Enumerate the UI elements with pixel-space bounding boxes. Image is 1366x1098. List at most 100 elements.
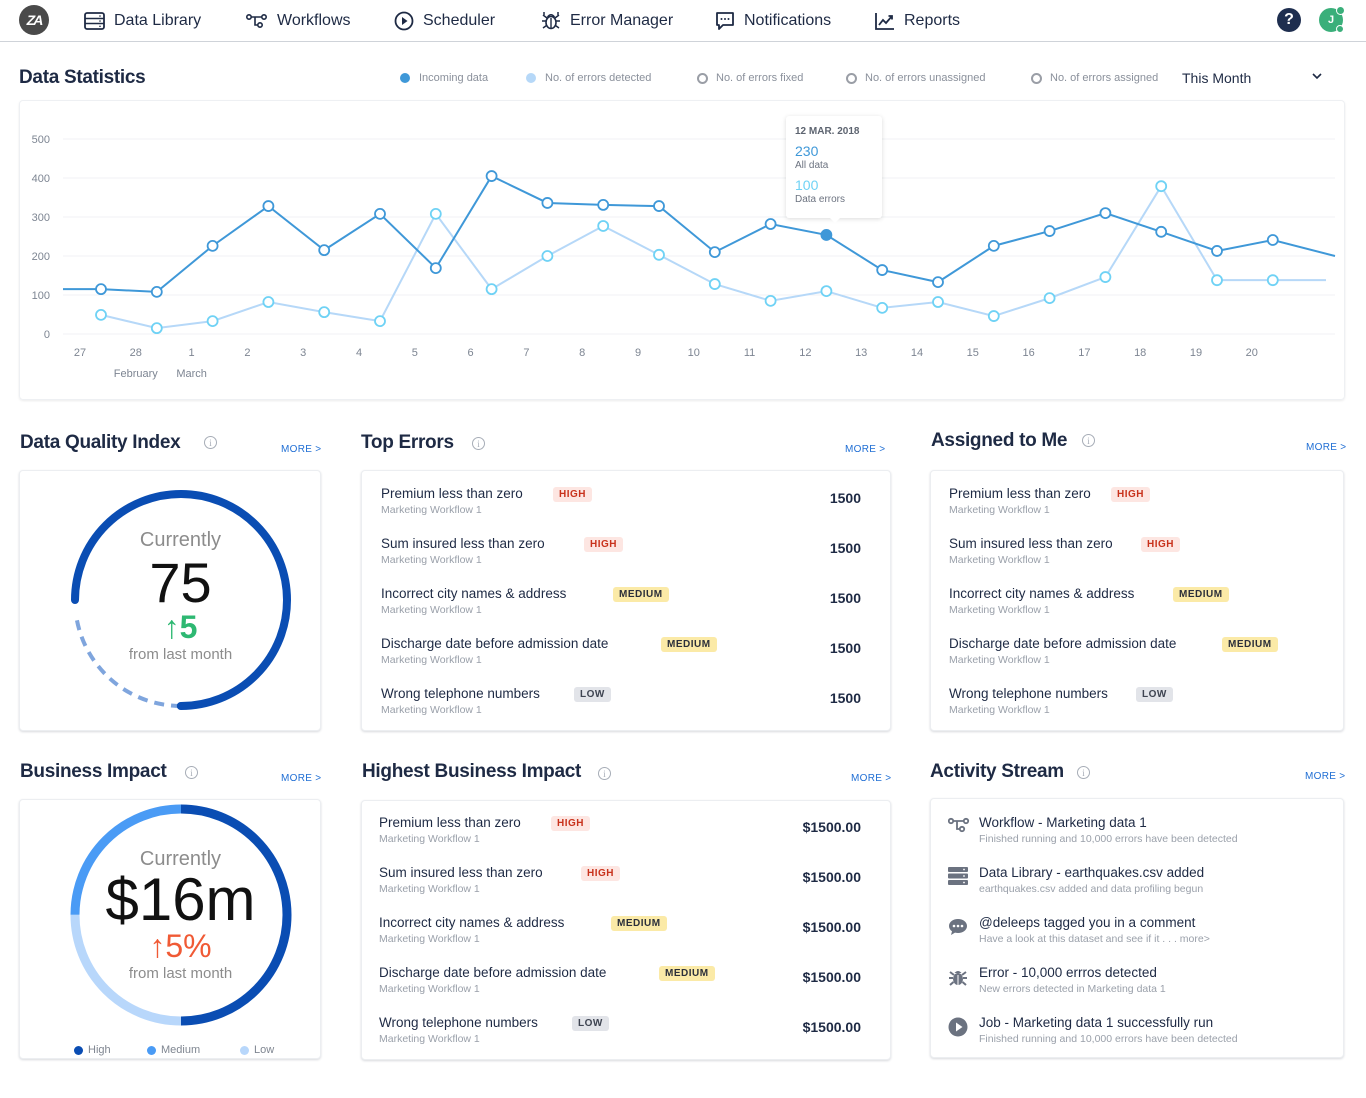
item-title: Sum insured less than zero [381,536,545,551]
list-item[interactable]: Sum insured less than zero Marketing Work… [362,536,890,586]
severity-badge: MEDIUM [611,916,667,931]
list-item[interactable]: Wrong telephone numbers Marketing Workflo… [362,1015,890,1065]
errors-detected-point [262,296,275,308]
activity-card: Workflow - Marketing data 1 Finished runn… [930,798,1344,1058]
list-item[interactable]: Discharge date before admission date Mark… [362,965,890,1015]
list-item[interactable]: Premium less than zero Marketing Workflow… [362,815,890,865]
x-tick-label: 5 [412,347,418,359]
data-statistics-chart: 010020030040050027 28 1 2 3 4 5 6 7 8 9 10 11 12 13 14 1… [32,134,1336,380]
severity-badge: MEDIUM [613,587,669,602]
list-item[interactable]: Premium less than zero Marketing Workflow… [362,486,890,536]
item-value: 1500 [829,640,861,656]
incoming-data-point [764,218,777,230]
list-item[interactable]: Premium less than zero Marketing Workflow… [931,486,1343,536]
assigned-more-link[interactable]: MORE > [1306,442,1346,453]
legend-dot-icon [147,1045,156,1055]
list-item[interactable]: Sum insured less than zero Marketing Work… [362,865,890,915]
play-circle-icon [948,1017,970,1039]
x-tick-label: 4 [356,347,362,359]
list-item[interactable]: Discharge date before admission date Mark… [931,636,1343,686]
list-item[interactable]: Incorrect city names & address Marketing … [931,586,1343,636]
x-tick-label: 19 [1190,347,1202,359]
x-tick-label: 16 [1022,347,1034,359]
incoming-data-point [206,239,219,252]
activity-item[interactable]: Error - 10,000 errros detected New errors… [931,965,1343,1015]
dqi-more-link[interactable]: MORE > [281,444,321,455]
x-tick-label: 15 [967,347,979,359]
highest-more-link[interactable]: MORE > [851,773,891,784]
activity-item[interactable]: Workflow - Marketing data 1 Finished runn… [931,815,1343,865]
list-item[interactable]: Discharge date before admission date Mark… [362,636,890,686]
x-tick-label: 20 [1246,347,1258,359]
x-tick-label: 18 [1134,347,1146,359]
item-value: 1500 [829,490,861,506]
item-title: Wrong telephone numbers [949,686,1108,701]
x-tick-label: 27 [74,347,86,359]
activity-more-link[interactable]: MORE > [1305,771,1345,782]
errors-detected-point [150,322,163,335]
item-subtitle: Marketing Workflow 1 [381,554,482,566]
severity-badge: HIGH [551,816,590,831]
incoming-data-point [987,239,1000,252]
dqi-title: Data Quality Index [20,432,181,453]
incoming-data-point [1099,207,1112,220]
severity-badge: HIGH [553,487,592,502]
list-item[interactable]: Incorrect city names & address Marketing … [362,586,890,636]
incoming-data-point [374,207,386,220]
incoming-data-point [597,199,610,211]
x-tick-label: 2 [244,347,250,359]
activity-item[interactable]: @deleeps tagged you in a comment Have a l… [931,915,1343,965]
errors-detected-point [374,315,386,328]
business-impact-card: Currently $16m ↑5% from last month High … [19,799,321,1059]
tooltip-all-data-label: All data [795,160,829,171]
dqi-from-label: from last month [128,646,233,663]
list-item[interactable]: Wrong telephone numbers Marketing Workflo… [931,686,1343,736]
info-icon[interactable]: i [204,436,217,449]
business-more-link[interactable]: MORE > [281,773,321,784]
dqi-value: 75 [149,551,212,614]
list-item[interactable]: Incorrect city names & address Marketing … [362,915,890,965]
activity-item[interactable]: Job - Marketing data 1 successfully run F… [931,1015,1343,1065]
info-icon[interactable]: i [472,437,485,450]
item-subtitle: Marketing Workflow 1 [381,704,482,716]
highest-impact-card: Premium less than zero Marketing Workflow… [361,800,891,1060]
incoming-data-point [318,244,331,257]
x-tick-label: 28 [130,347,142,359]
item-subtitle: Marketing Workflow 1 [381,604,482,616]
incoming-data-point [262,200,275,212]
item-value: $1500.00 [802,869,861,885]
activity-subtitle: Have a look at this dataset and see if i… [979,933,1210,945]
database-icon [948,867,970,889]
info-icon[interactable]: i [598,767,611,780]
x-tick-label: 11 [744,347,755,359]
tooltip-errors-value: 100 [795,177,819,193]
list-item[interactable]: Wrong telephone numbers Marketing Workflo… [362,686,890,736]
business-impact-title: Business Impact [20,761,167,782]
y-tick-label: 0 [44,329,50,341]
item-title: Incorrect city names & address [949,586,1135,601]
top-errors-more-link[interactable]: MORE > [845,444,885,455]
list-item[interactable]: Sum insured less than zero Marketing Work… [931,536,1343,586]
x-tick-label: 6 [468,347,474,359]
dqi-delta: ↑5 [163,609,198,645]
incoming-data-point [485,170,498,182]
info-icon[interactable]: i [1082,434,1095,447]
x-tick-label: 13 [855,347,867,359]
incoming-data-point [95,283,107,296]
errors-detected-point [820,285,833,298]
info-icon[interactable]: i [185,766,198,779]
errors-detected-point [1211,274,1223,287]
incoming-data-point [932,276,944,289]
activity-subtitle: New errors detected in Marketing data 1 [979,983,1166,995]
tooltip-errors-label: Data errors [795,194,846,205]
business-value: $16m [105,866,256,933]
activity-item[interactable]: Data Library - earthquakes.csv added eart… [931,865,1343,915]
severity-badge: HIGH [581,866,620,881]
activity-title: Job - Marketing data 1 successfully run [979,1015,1214,1030]
info-icon[interactable]: i [1077,766,1090,779]
item-title: Discharge date before admission date [949,636,1177,651]
activity-title: Data Library - earthquakes.csv added [979,865,1205,880]
legend-high: High [74,1044,111,1056]
item-subtitle: Marketing Workflow 1 [381,654,482,666]
item-subtitle: Marketing Workflow 1 [949,704,1050,716]
